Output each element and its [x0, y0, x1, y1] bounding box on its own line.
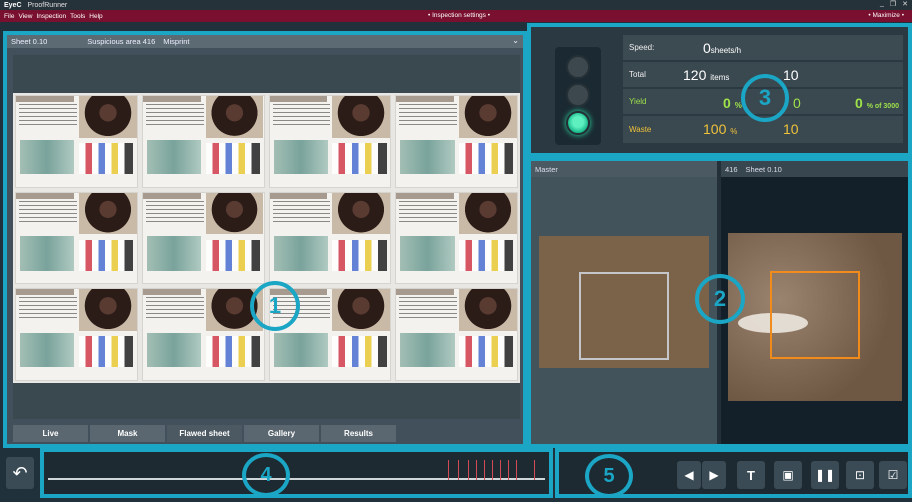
sheet-title: Sheet 0.10 — [11, 37, 48, 46]
tab-live[interactable]: Live — [13, 425, 88, 442]
callout-4: 4 — [242, 453, 290, 497]
menu-bar: File View Inspection Tools Help • Inspec… — [0, 10, 912, 22]
yield-percent: 0 % — [723, 95, 742, 111]
sheet-cell — [395, 288, 518, 381]
text-tool-button[interactable]: T — [737, 461, 765, 489]
tab-mask[interactable]: Mask — [90, 425, 165, 442]
sheet-cell — [15, 95, 138, 188]
app-logo: EyeC — [4, 1, 22, 9]
master-view: Master — [531, 161, 717, 444]
flaw-marker[interactable] — [492, 460, 493, 480]
sheet-cell — [395, 95, 518, 188]
maximize-menu[interactable]: • Maximize • — [868, 12, 904, 19]
yield-count: 0 — [793, 95, 801, 111]
close-icon[interactable]: ✕ — [902, 0, 908, 8]
toolbar-panel: 5 ◀ ▶ T ▣ ❚❚ ⊡ ☑ — [555, 448, 912, 498]
flaw-view: 416 Sheet 0.10 — [721, 161, 908, 444]
restore-icon[interactable]: ❐ — [890, 0, 896, 8]
split-view-button[interactable]: ❚❚ — [811, 461, 839, 489]
clipboard-check-button[interactable]: ☑ — [879, 461, 907, 489]
red-lamp-icon — [566, 55, 590, 79]
flaw-marker[interactable] — [534, 460, 535, 480]
tab-flawed-sheet[interactable]: Flawed sheet — [167, 425, 242, 442]
next-button[interactable]: ▶ — [702, 461, 726, 489]
flaw-marker[interactable] — [508, 460, 509, 480]
snapshot-button[interactable]: ⊡ — [846, 461, 874, 489]
chevron-down-icon[interactable]: ⌄ — [512, 36, 519, 45]
sheet-cell — [141, 288, 265, 381]
timeline-flaw-markers[interactable] — [444, 460, 540, 482]
waste-count: 10 — [783, 121, 799, 137]
flaw-marker[interactable] — [484, 460, 485, 480]
flaw-marker[interactable] — [476, 460, 477, 480]
yellow-lamp-icon — [566, 83, 590, 107]
compare-panel: Master 416 Sheet 0.10 2 — [527, 157, 912, 448]
title-bar: EyeC ProofRunner _ ❐ ✕ — [0, 0, 912, 10]
flaw-marker[interactable] — [448, 460, 449, 480]
sheet-cell — [268, 95, 392, 188]
sheet-cell — [141, 191, 265, 285]
sheet-cell — [15, 288, 138, 381]
sheet-viewer[interactable]: 1 — [13, 55, 520, 419]
flaw-marker[interactable] — [458, 460, 459, 480]
speed-value: 0sheets/h — [703, 40, 742, 56]
total-extra-value: 10 — [783, 67, 799, 83]
menu-view[interactable]: View — [18, 13, 32, 20]
traffic-light-icon — [555, 47, 601, 145]
sheet-cell — [15, 191, 138, 285]
callout-3: 3 — [741, 74, 789, 122]
sheet-cell — [268, 191, 392, 285]
callout-5: 5 — [585, 454, 633, 498]
window-controls: _ ❐ ✕ — [880, 0, 908, 8]
flaw-marker[interactable] — [516, 460, 517, 480]
minimize-icon[interactable]: _ — [880, 0, 884, 8]
sheet-cell — [395, 191, 518, 285]
flaw-marker[interactable] — [468, 460, 469, 480]
green-lamp-icon — [566, 111, 590, 135]
yield-label: Yield — [629, 97, 647, 106]
total-label: Total — [629, 70, 646, 79]
suspicious-area-label: Suspicious area 416 — [87, 37, 156, 46]
master-region-box — [579, 272, 669, 360]
sheet-image — [13, 93, 520, 383]
stats-panel: Speed: 0sheets/h Total 120 items 10 Yiel… — [527, 23, 912, 157]
flaw-header: 416 Sheet 0.10 — [721, 161, 908, 177]
flaw-image[interactable] — [728, 233, 902, 401]
flaw-id: 416 — [725, 165, 738, 174]
menu-tools[interactable]: Tools — [70, 13, 85, 20]
total-value: 120 items — [683, 67, 730, 83]
tab-gallery[interactable]: Gallery — [244, 425, 319, 442]
flaw-sheet: Sheet 0.10 — [745, 165, 782, 174]
app-title: ProofRunner — [27, 1, 68, 9]
waste-percent: 100 % — [703, 121, 738, 137]
menu-help[interactable]: Help — [89, 13, 102, 20]
tab-results[interactable]: Results — [321, 425, 396, 442]
flaw-region-box — [770, 271, 860, 359]
flaw-marker[interactable] — [500, 460, 501, 480]
inspection-settings-menu[interactable]: • Inspection settings • — [428, 12, 490, 19]
waste-label: Waste — [629, 125, 652, 134]
master-label: Master — [531, 161, 717, 177]
back-button[interactable]: ↶ — [6, 457, 34, 489]
callout-2: 2 — [695, 274, 745, 324]
menu-inspection[interactable]: Inspection — [36, 13, 66, 20]
speed-row: Speed: 0sheets/h — [623, 35, 903, 61]
defect-type-label: Misprint — [163, 37, 190, 46]
speed-label: Speed: — [629, 43, 655, 52]
view-tabs: Live Mask Flawed sheet Gallery Results — [13, 425, 396, 442]
sheet-header: Sheet 0.10 Suspicious area 416 Misprint … — [7, 35, 523, 48]
yield-of-total: 0 % of 3000 — [855, 95, 899, 111]
sheet-panel: Sheet 0.10 Suspicious area 416 Misprint … — [3, 31, 527, 448]
image-view-button[interactable]: ▣ — [774, 461, 802, 489]
menu-file[interactable]: File — [4, 13, 14, 20]
sheet-cell — [141, 95, 265, 188]
master-image[interactable] — [539, 236, 709, 368]
previous-button[interactable]: ◀ — [677, 461, 701, 489]
callout-1: 1 — [250, 281, 300, 331]
timeline-panel: 4 — [40, 448, 553, 498]
